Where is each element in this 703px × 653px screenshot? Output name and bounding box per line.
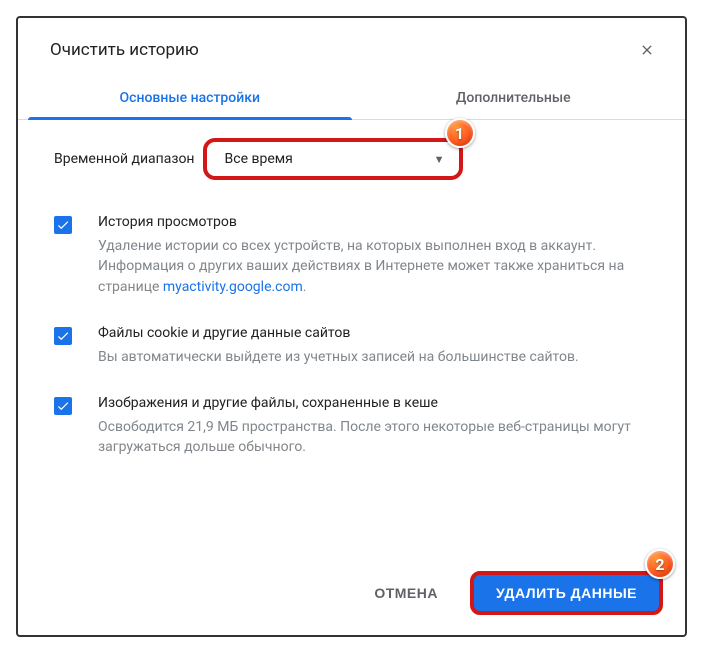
option-desc-pre: Вы автоматически выйдете из учетных запи…: [98, 349, 579, 365]
time-range-selected: Все время: [225, 151, 293, 167]
cancel-button[interactable]: ОТМЕНА: [356, 575, 456, 611]
checkbox-cookies[interactable]: [54, 327, 72, 345]
time-range-select-wrap: Все время ▼ 1: [203, 138, 463, 180]
option-desc: Удаление истории со всех устройств, на к…: [98, 236, 649, 297]
annotation-marker-1: 1: [445, 118, 475, 148]
check-icon: [56, 329, 70, 343]
check-icon: [56, 218, 70, 232]
delete-data-button[interactable]: УДАЛИТЬ ДАННЫЕ: [470, 571, 663, 615]
option-browsing-history: История просмотров Удаление истории со в…: [54, 214, 649, 297]
option-text: Изображения и другие файлы, сохраненные …: [98, 395, 649, 458]
checkbox-browsing-history[interactable]: [54, 216, 72, 234]
myactivity-link[interactable]: myactivity.google.com: [163, 279, 303, 295]
chevron-down-icon: ▼: [434, 153, 445, 166]
options-list: История просмотров Удаление истории со в…: [54, 214, 649, 458]
option-text: История просмотров Удаление истории со в…: [98, 214, 649, 297]
option-desc-post: .: [303, 279, 307, 295]
option-cache: Изображения и другие файлы, сохраненные …: [54, 395, 649, 458]
tab-basic[interactable]: Основные настройки: [28, 76, 352, 119]
confirm-button-wrap: УДАЛИТЬ ДАННЫЕ 2: [470, 571, 663, 615]
option-text: Файлы cookie и другие данные сайтов Вы а…: [98, 325, 649, 367]
tabs: Основные настройки Дополнительные: [18, 76, 685, 120]
option-cookies: Файлы cookie и другие данные сайтов Вы а…: [54, 325, 649, 367]
close-icon: [639, 42, 655, 58]
option-desc: Освободится 21,9 МБ пространства. После …: [98, 417, 649, 458]
option-title: История просмотров: [98, 214, 649, 230]
clear-history-dialog: Очистить историю Основные настройки Допо…: [16, 16, 687, 637]
check-icon: [56, 399, 70, 413]
time-range-label: Временной диапазон: [54, 151, 195, 167]
time-range-select[interactable]: Все время ▼: [203, 138, 463, 180]
option-title: Изображения и другие файлы, сохраненные …: [98, 395, 649, 411]
option-desc-pre: Освободится 21,9 МБ пространства. После …: [98, 419, 631, 455]
dialog-title: Очистить историю: [50, 40, 199, 60]
close-button[interactable]: [633, 36, 661, 64]
option-desc: Вы автоматически выйдете из учетных запи…: [98, 347, 649, 367]
dialog-footer: ОТМЕНА УДАЛИТЬ ДАННЫЕ 2: [18, 557, 685, 635]
time-range-row: Временной диапазон Все время ▼ 1: [54, 138, 649, 180]
dialog-content: Временной диапазон Все время ▼ 1 История…: [18, 120, 685, 557]
tab-advanced[interactable]: Дополнительные: [352, 76, 676, 119]
checkbox-cache[interactable]: [54, 397, 72, 415]
dialog-header: Очистить историю: [18, 18, 685, 76]
option-title: Файлы cookie и другие данные сайтов: [98, 325, 649, 341]
annotation-marker-2: 2: [645, 549, 675, 579]
